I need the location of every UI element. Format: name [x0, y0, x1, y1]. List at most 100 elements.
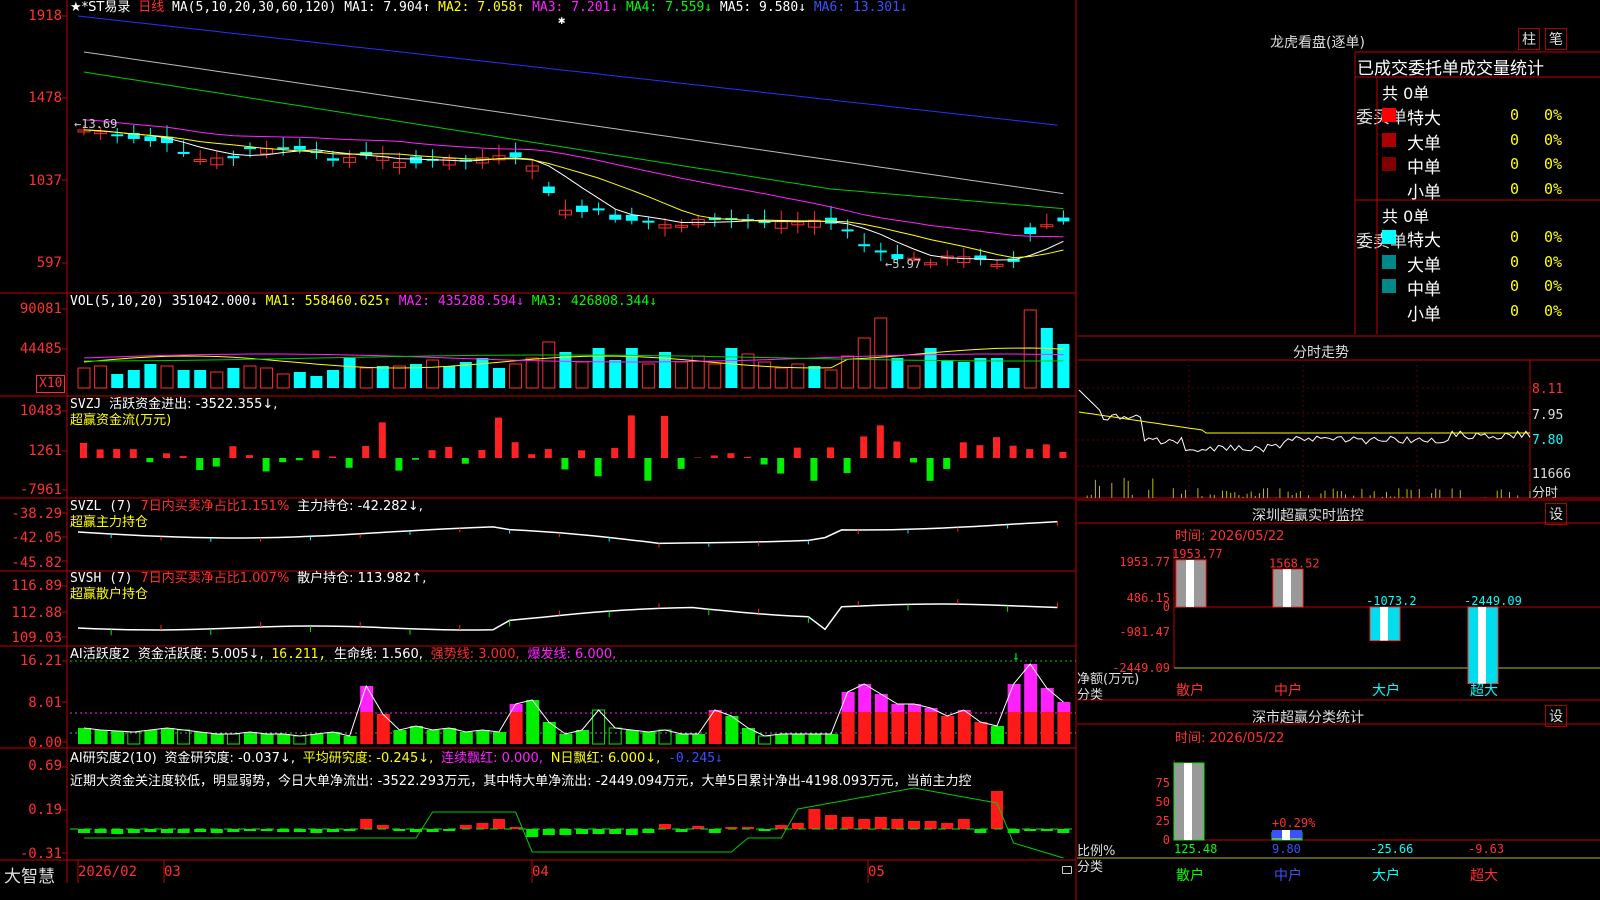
research-bar — [974, 829, 987, 833]
svsh-sub: 超赢散户持仓 — [70, 587, 149, 602]
svsh-tick: 109.03 — [11, 630, 62, 646]
candle-down — [111, 134, 124, 137]
fund-flow-bar — [395, 458, 403, 471]
volume-bar — [625, 348, 638, 388]
ai-active-bar — [177, 729, 191, 745]
period-label[interactable]: 日线 — [138, 0, 164, 15]
ai-active-bar — [559, 734, 573, 744]
sell-total: 共 0单 — [1382, 207, 1430, 226]
ma5-value: MA5: 9.580↓ — [719, 0, 807, 15]
down-arrow-icon: ↓ — [1012, 649, 1020, 664]
svzj-tick: 1261 — [28, 443, 62, 459]
sz-class-date: 时间: 2026/05/22 — [1175, 731, 1285, 746]
volume-bar — [443, 366, 456, 388]
intraday-price: 8.11 — [1532, 382, 1564, 397]
intraday-footer: 分时 — [1532, 486, 1559, 501]
research-bar — [161, 829, 173, 833]
vol-name: VOL(5,10,20) — [70, 294, 164, 309]
sz-monitor-settings-button[interactable]: 设 — [1545, 503, 1567, 525]
ai-active-bar — [1057, 712, 1071, 744]
fund-flow-bar — [976, 445, 984, 458]
ai-active-bar — [127, 731, 141, 745]
research-bar — [559, 829, 572, 835]
research-bar — [941, 823, 954, 829]
intraday-vol: 11666 — [1532, 467, 1572, 482]
buy-row-count: 0 — [1510, 155, 1520, 173]
svsh-ratio: 7日内买卖净占比1.007% — [140, 571, 290, 586]
svzl-tick: -42.05 — [11, 530, 62, 546]
time-label: 04 — [532, 864, 549, 880]
ma2-value: MA2: 7.058↑ — [438, 0, 525, 15]
vol-tick: 44485 — [19, 341, 62, 357]
sell-row-name: 大单 — [1407, 255, 1441, 276]
vol-unit-box: X10 — [36, 375, 66, 393]
fund-flow-bar — [926, 458, 934, 481]
svsh-line — [77, 603, 1058, 631]
fund-flow-bar — [959, 442, 967, 458]
legend-swatch — [1382, 157, 1396, 171]
volume-bar — [493, 368, 505, 388]
ma-params: MA(5,10,20,30,60,120) — [172, 0, 337, 15]
buy-row-pct: 0% — [1544, 130, 1563, 149]
lock-icon[interactable] — [1062, 866, 1072, 874]
ai-active-bar — [226, 733, 240, 745]
vol-tick: 90081 — [19, 301, 62, 317]
ai-strong-line: 强势线: 3.000, — [430, 647, 520, 662]
research-bar — [310, 829, 323, 833]
buy-row-name: 小单 — [1407, 182, 1441, 203]
research-bar — [858, 819, 871, 829]
fund-flow-bar — [827, 447, 834, 458]
sell-row-count: 0 — [1510, 252, 1520, 271]
research-bar — [526, 829, 539, 837]
volume-bar — [359, 367, 373, 389]
volume-bar — [609, 360, 622, 388]
sell-row-count: 0 — [1510, 301, 1520, 320]
ai-active-bar — [874, 712, 888, 744]
price-tick: 1918 — [28, 8, 62, 24]
fund-flow-bar — [611, 447, 619, 458]
ai-research-name: AI研究度2(10) — [70, 751, 157, 766]
stat-title: 已成交委托单成交量统计 — [1357, 59, 1544, 79]
volume-bar — [459, 362, 472, 388]
fund-flow-bar — [943, 458, 951, 469]
fund-flow-bar — [528, 454, 536, 458]
vol-ma3: MA3: 426808.344↓ — [531, 294, 658, 309]
ai-active-bar — [310, 734, 324, 744]
fund-flow-bar — [345, 458, 353, 468]
ai-active-bar — [642, 732, 656, 744]
candle-down — [1057, 217, 1070, 222]
ai-active-bar — [974, 722, 988, 744]
low-price-marker: ←5.97 — [885, 257, 922, 271]
fund-flow-bar — [594, 458, 602, 477]
research-bar — [808, 809, 821, 829]
bar-view-button[interactable]: 柱 — [1518, 28, 1540, 50]
legend-swatch — [1382, 108, 1396, 122]
fund-flow-bar — [179, 456, 187, 458]
sz-class-settings-button[interactable]: 设 — [1545, 705, 1567, 727]
ma1-value: MA1: 7.904↑ — [344, 0, 431, 15]
volume-bar — [243, 365, 257, 389]
ai-active-bar — [277, 734, 291, 744]
fund-flow-bar — [229, 446, 237, 458]
ai-active-bar — [775, 734, 789, 744]
chart-area[interactable]: ↓ ✱ ★*ST易录 日线 MA(5,10,20,30,60,120) MA1: … — [0, 0, 1077, 900]
candle-down — [1024, 227, 1037, 234]
ai-cont-red: 连续飘红: 0.000, — [441, 751, 543, 766]
svzj-name: SVZJ — [70, 397, 102, 412]
volume-bar — [675, 361, 689, 389]
pen-view-button[interactable]: 笔 — [1545, 28, 1567, 50]
ai-research-tick: 0.19 — [28, 802, 62, 818]
buy-side-label: 委买单 — [1356, 108, 1407, 128]
research-bar — [459, 825, 472, 829]
buy-row-pct: 0% — [1544, 179, 1563, 198]
ai-active-bar — [410, 726, 423, 744]
ai-active-tick: 8.01 — [28, 695, 62, 711]
volume-bar — [725, 348, 738, 388]
right-panel: 龙虎看盘(逐单) 柱 笔 已成交委托单成交量统计 委买单 共 0单 特大 0 0% 大… — [1077, 0, 1600, 900]
research-bar — [991, 791, 1003, 829]
ai-active-bar — [509, 712, 523, 744]
ai-active-bar — [891, 704, 905, 712]
sz-class-title: 深市超赢分类统计 — [1252, 710, 1364, 726]
buy-row-pct: 0% — [1544, 106, 1563, 124]
time-label: 03 — [164, 864, 181, 880]
